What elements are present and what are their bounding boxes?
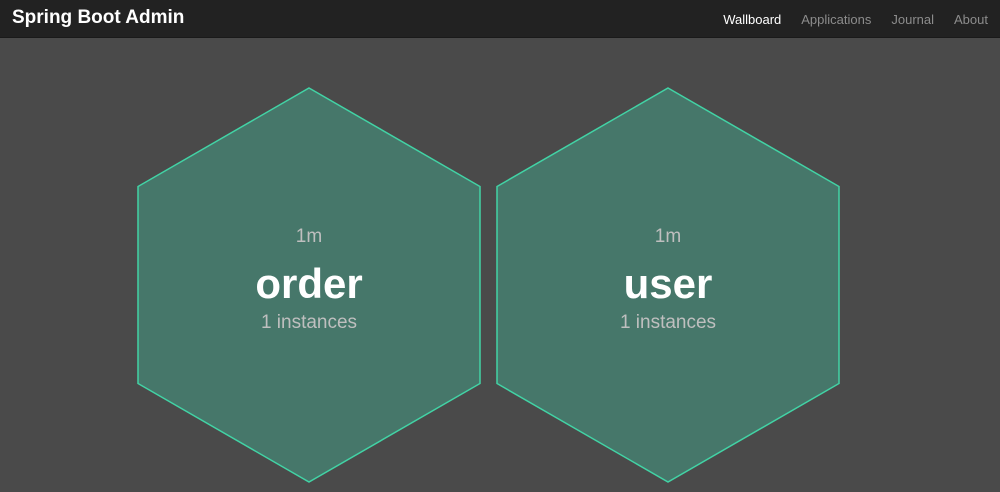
hex-content: 1m user 1 instances xyxy=(495,87,841,485)
application-uptime: 1m xyxy=(295,226,323,247)
nav-item-applications[interactable]: Applications xyxy=(801,12,871,27)
application-hex-order[interactable]: 1m order 1 instances xyxy=(136,87,482,485)
nav-item-wallboard[interactable]: Wallboard xyxy=(723,12,781,27)
nav-item-journal[interactable]: Journal xyxy=(891,12,934,27)
nav-item-about[interactable]: About xyxy=(954,12,988,27)
application-name: order xyxy=(255,260,363,307)
application-uptime: 1m xyxy=(654,226,682,247)
hex-content: 1m order 1 instances xyxy=(136,87,482,485)
application-name: user xyxy=(623,260,713,307)
application-instances: 1 instances xyxy=(619,312,717,333)
wallboard: 1m order 1 instances 1m user 1 instances xyxy=(0,39,1000,492)
brand-title[interactable]: Spring Boot Admin xyxy=(12,6,184,30)
nav-menu: Wallboard Applications Journal About xyxy=(723,0,988,38)
application-hex-user[interactable]: 1m user 1 instances xyxy=(495,87,841,485)
navbar: Spring Boot Admin Wallboard Applications… xyxy=(0,0,1000,38)
application-instances: 1 instances xyxy=(260,312,358,333)
